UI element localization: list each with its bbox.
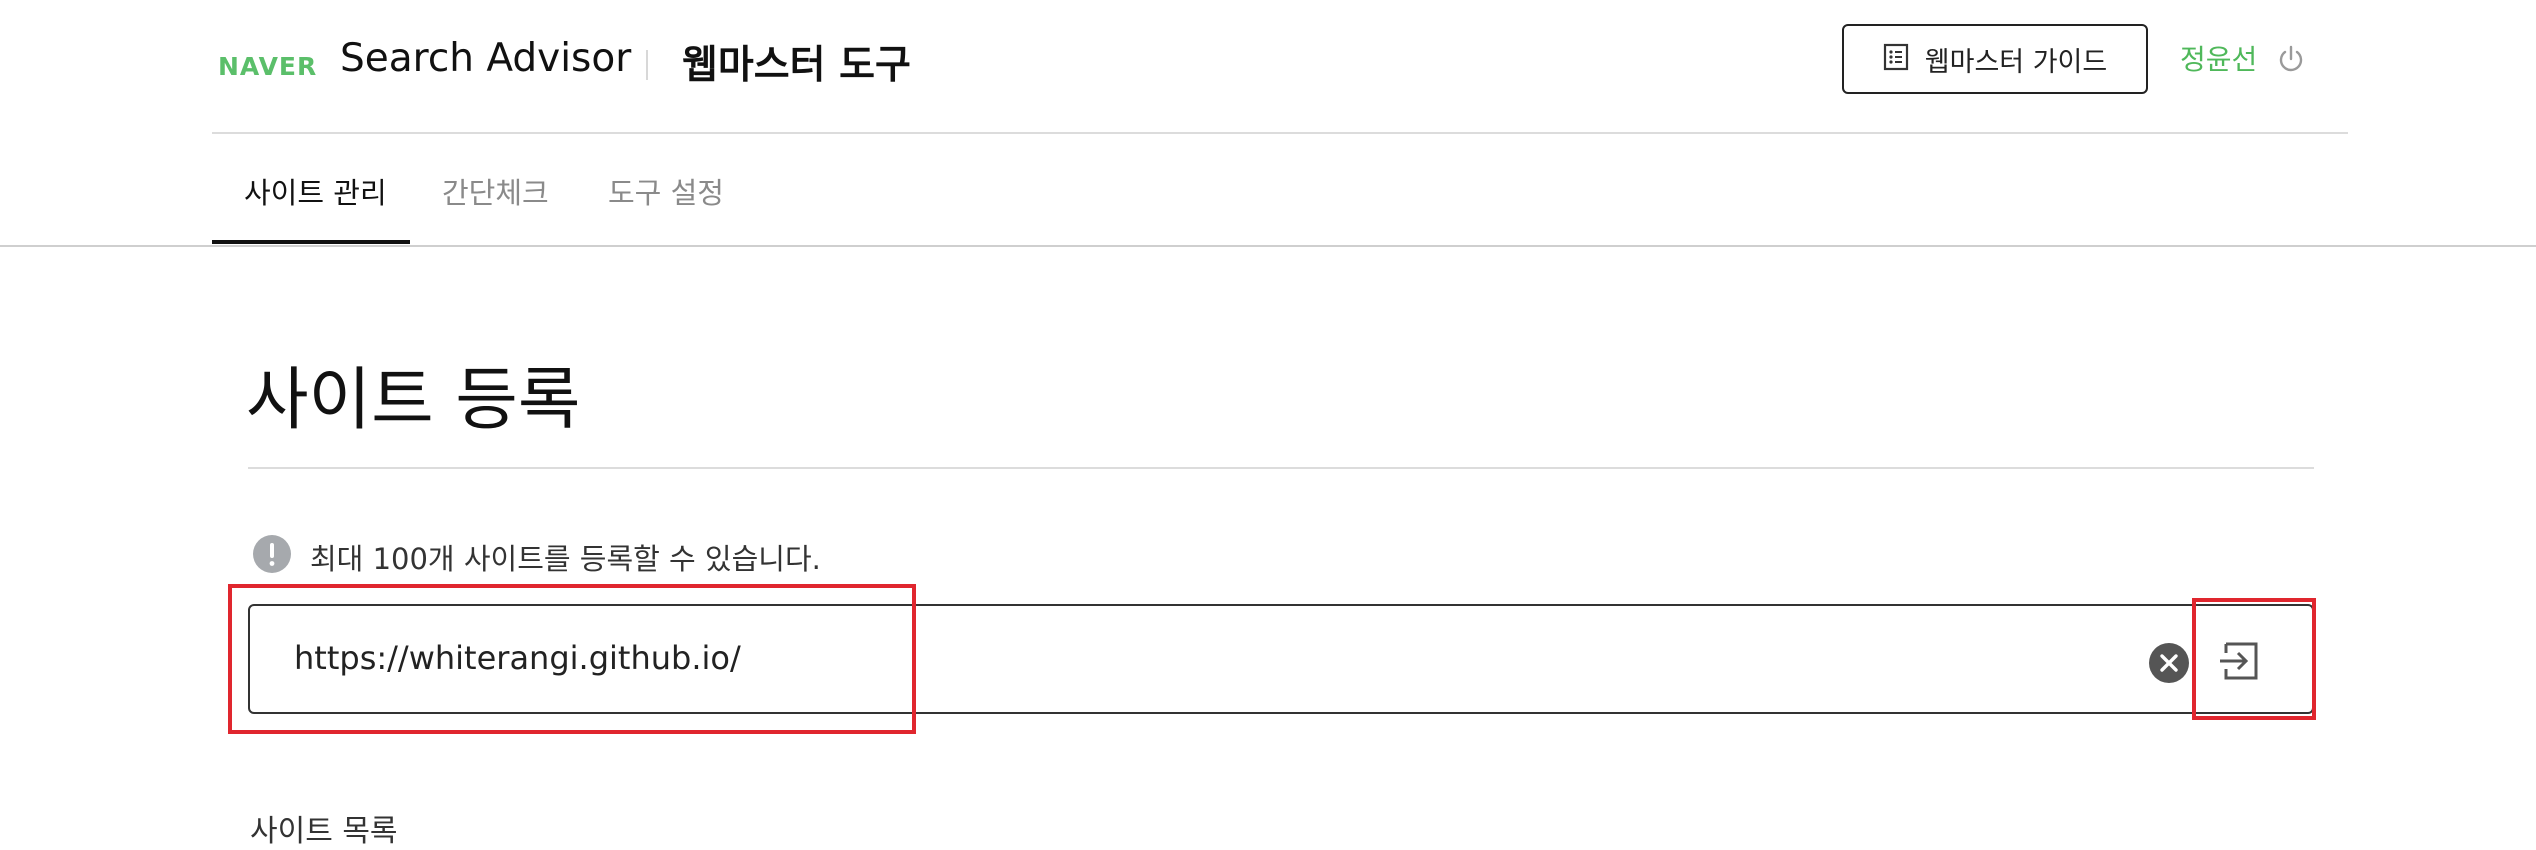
title-divider-line	[248, 467, 2314, 469]
page-title: 사이트 등록	[246, 361, 581, 440]
header-divider	[646, 50, 648, 80]
app-subtitle: 웹마스터 도구	[682, 43, 911, 88]
tab-site-management[interactable]: 사이트 관리	[244, 170, 387, 212]
power-icon[interactable]	[2276, 44, 2306, 74]
header-divider-line	[212, 132, 2348, 134]
user-name[interactable]: 정윤선	[2180, 38, 2257, 78]
exclamation-icon	[252, 534, 292, 574]
highlight-submit-button	[2192, 598, 2316, 720]
site-list-heading: 사이트 목록	[250, 814, 398, 849]
tab-tool-settings[interactable]: 도구 설정	[608, 170, 724, 212]
guide-button-label: 웹마스터 가이드	[1924, 46, 2108, 78]
tab-simple-check[interactable]: 간단체크	[442, 170, 549, 212]
tabs-divider-line	[0, 245, 2536, 247]
webmaster-guide-button[interactable]: 웹마스터 가이드	[1842, 24, 2148, 94]
active-tab-indicator	[212, 240, 410, 244]
highlight-url-input	[228, 584, 916, 734]
naver-logo[interactable]: NAVER	[218, 50, 317, 82]
clear-circle-icon[interactable]	[2148, 642, 2190, 684]
site-limit-notice: 최대 100개 사이트를 등록할 수 있습니다.	[310, 542, 821, 576]
app-name: Search Advisor	[340, 36, 632, 81]
list-document-icon	[1883, 43, 1909, 75]
